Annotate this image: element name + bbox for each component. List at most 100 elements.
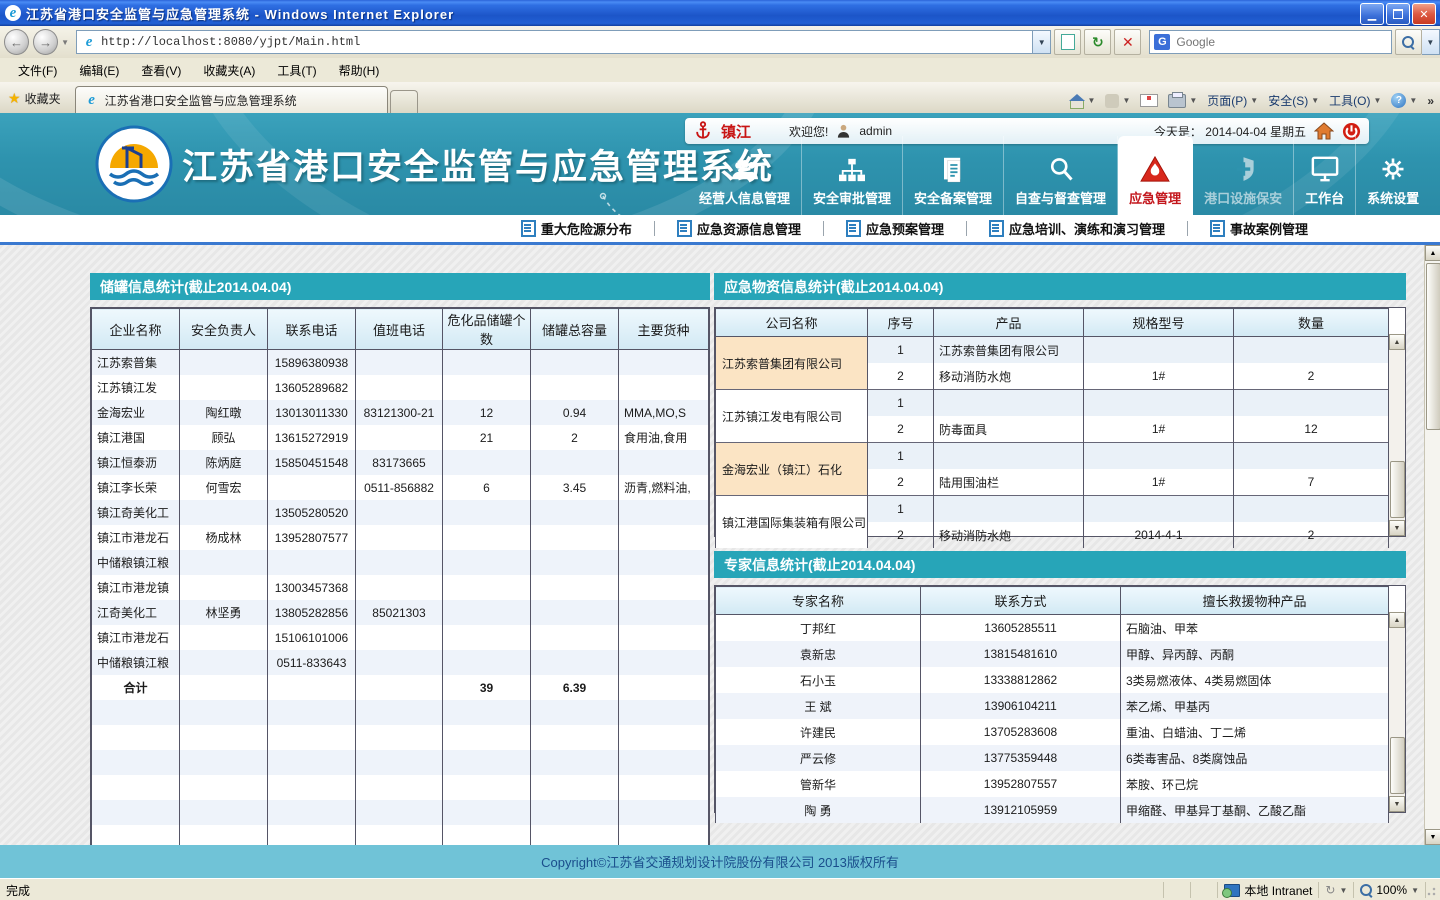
company-cell[interactable]: 江苏索普集团有限公司 — [716, 337, 868, 390]
search-box[interactable]: G — [1149, 30, 1391, 54]
table-row[interactable]: 江苏索普集15896380938 — [92, 350, 709, 376]
browser-tab[interactable]: e 江苏省港口安全监管与应急管理系统 — [75, 86, 388, 113]
table-row[interactable]: 镇江港国际集装箱有限公司1 — [716, 496, 1389, 523]
table-row[interactable]: 镇江恒泰沥陈炳庭1585045154883173665 — [92, 450, 709, 475]
page-menu[interactable]: 页面(P)▼ — [1207, 92, 1258, 109]
table-row[interactable]: 镇江市港龙石杨成林13952807577 — [92, 525, 709, 550]
nav-item-4[interactable]: 自查与督查管理 — [1004, 136, 1118, 215]
doc-icon — [521, 220, 536, 237]
overflow-chevron[interactable]: » — [1427, 94, 1434, 108]
scroll-thumb[interactable] — [1426, 263, 1440, 430]
scroll-down-arrow[interactable]: ▼ — [1425, 829, 1440, 845]
menu-item[interactable]: 收藏夹(A) — [193, 59, 265, 82]
table-row[interactable]: 石小玉133388128623类易燃液体、4类易燃固体 — [716, 667, 1389, 693]
table-row[interactable]: 镇江港国顾弘13615272919212食用油,食用 — [92, 425, 709, 450]
table-row[interactable]: 江苏索普集团有限公司1江苏索普集团有限公司 — [716, 337, 1389, 364]
submenu-item[interactable]: 应急预案管理 — [824, 219, 966, 238]
table-row[interactable]: 镇江市港龙石15106101006 — [92, 625, 709, 650]
table-row[interactable]: 江苏镇江发电有限公司1 — [716, 390, 1389, 417]
supplies-scrollbar[interactable]: ▲ ▼ — [1388, 334, 1405, 536]
cell — [1084, 443, 1234, 470]
nav-item-7[interactable]: 工作台 — [1294, 136, 1356, 215]
table-row[interactable]: 中储粮镇江粮 — [92, 550, 709, 575]
address-input[interactable]: e http://localhost:8080/yjpt/Main.html — [76, 30, 1033, 54]
nav-item-5[interactable]: 应急管理 — [1118, 136, 1193, 215]
table-row[interactable]: 丁邦红13605285511石脑油、甲苯 — [716, 615, 1389, 642]
scroll-thumb[interactable] — [1390, 737, 1405, 794]
table-row[interactable]: 王 斌13906104211苯乙烯、甲基丙 — [716, 693, 1389, 719]
table-row[interactable]: 许建民13705283608重油、白蜡油、丁二烯 — [716, 719, 1389, 745]
table-row[interactable]: 金海宏业（镇江）石化1 — [716, 443, 1389, 470]
submenu-item[interactable]: 重大危险源分布 — [499, 219, 654, 238]
mail-button[interactable] — [1140, 94, 1158, 107]
search-options-dropdown[interactable]: ▼ — [1422, 29, 1440, 55]
nav-item-6[interactable]: 港口设施保安 — [1193, 136, 1294, 215]
resize-grip[interactable] — [1426, 879, 1440, 900]
back-button[interactable]: ← — [4, 29, 29, 55]
menu-item[interactable]: 文件(F) — [8, 59, 67, 82]
menu-item[interactable]: 编辑(E) — [69, 59, 129, 82]
menu-item[interactable]: 工具(T) — [267, 59, 326, 82]
table-row[interactable]: 管新华13952807557苯胺、环己烷 — [716, 771, 1389, 797]
compatibility-view-button[interactable] — [1054, 29, 1081, 55]
help-button[interactable]: ?▼ — [1391, 93, 1417, 108]
home-button[interactable]: ▼ — [1069, 94, 1096, 108]
nav-item-3[interactable]: 安全备案管理 — [903, 136, 1004, 215]
submenu-item[interactable]: 应急资源信息管理 — [655, 219, 823, 238]
page-scrollbar[interactable]: ▲ ▼ — [1424, 245, 1440, 845]
submenu-label: 事故案例管理 — [1230, 219, 1308, 238]
window-title: 江苏省港口安全监管与应急管理系统 - Windows Internet Expl… — [26, 4, 454, 23]
search-input[interactable] — [1174, 34, 1390, 50]
nav-item-1[interactable]: 经营人信息管理 — [688, 136, 802, 215]
search-button[interactable] — [1395, 29, 1422, 55]
address-dropdown[interactable]: ▼ — [1033, 30, 1051, 54]
table-row[interactable]: 江奇美化工林坚勇1380528285685021303 — [92, 600, 709, 625]
company-cell[interactable]: 镇江港国际集装箱有限公司 — [716, 496, 868, 549]
menu-item[interactable]: 查看(V) — [131, 59, 191, 82]
table-row[interactable]: 中储粮镇江粮0511-833643 — [92, 650, 709, 675]
table-row[interactable]: 镇江李长荣何雪宏0511-85688263.45沥青,燃料油, — [92, 475, 709, 500]
table-row[interactable]: 严云修137753594486类毒害品、8类腐蚀品 — [716, 745, 1389, 771]
nav-item-8[interactable]: 系统设置 — [1356, 136, 1430, 215]
cell: 13775359448 — [921, 745, 1121, 771]
new-tab-button[interactable] — [390, 90, 418, 113]
table-row[interactable]: 陶 勇13912105959甲缩醛、甲基异丁基酮、乙酸乙酯 — [716, 797, 1389, 823]
restore-button[interactable] — [1386, 3, 1410, 25]
company-cell[interactable]: 金海宏业（镇江）石化 — [716, 443, 868, 496]
scroll-up-arrow[interactable]: ▲ — [1389, 334, 1405, 350]
submenu-item[interactable]: 应急培训、演练和演习管理 — [967, 219, 1187, 238]
forward-button[interactable]: → — [33, 29, 58, 55]
favorites-button[interactable]: ★ 收藏夹 — [0, 85, 71, 113]
scroll-down-arrow[interactable]: ▼ — [1389, 520, 1405, 536]
close-button[interactable]: ✕ — [1412, 3, 1436, 25]
protected-mode-button[interactable]: ↻▼ — [1319, 882, 1354, 898]
scroll-thumb[interactable] — [1390, 461, 1405, 518]
feeds-button[interactable]: ▼ — [1105, 94, 1130, 108]
status-text: 完成 — [0, 882, 1164, 898]
table-row[interactable]: 镇江市港龙镇13003457368 — [92, 575, 709, 600]
table-row[interactable]: 袁新忠13815481610甲醇、异丙醇、丙酮 — [716, 641, 1389, 667]
safety-menu[interactable]: 安全(S)▼ — [1268, 92, 1319, 109]
refresh-button[interactable]: ↻ — [1084, 29, 1111, 55]
tools-menu[interactable]: 工具(O)▼ — [1329, 92, 1381, 109]
experts-scrollbar[interactable]: ▲ ▼ — [1388, 612, 1405, 812]
nav-item-2[interactable]: 安全审批管理 — [802, 136, 903, 215]
scroll-down-arrow[interactable]: ▼ — [1389, 796, 1405, 812]
submenu-item[interactable]: 事故案例管理 — [1188, 219, 1330, 238]
company-cell[interactable]: 江苏镇江发电有限公司 — [716, 390, 868, 443]
table-row[interactable]: 镇江奇美化工13505280520 — [92, 500, 709, 525]
table-row[interactable]: 江苏镇江发13605289682 — [92, 375, 709, 400]
minimize-button[interactable]: ▁ — [1360, 3, 1384, 25]
cell — [356, 375, 443, 400]
history-dropdown[interactable]: ▼ — [61, 38, 69, 47]
scroll-up-arrow[interactable]: ▲ — [1425, 245, 1440, 261]
scroll-up-arrow[interactable]: ▲ — [1389, 612, 1405, 628]
cell — [268, 550, 356, 575]
menu-item[interactable]: 帮助(H) — [329, 59, 390, 82]
table-row[interactable]: 金海宏业陶红暾1301301133083121300-21120.94MMA,M… — [92, 400, 709, 425]
print-button[interactable]: ▼ — [1168, 94, 1197, 108]
cell: 2 — [1234, 522, 1389, 548]
stop-button[interactable]: ✕ — [1114, 29, 1141, 55]
zoom-control[interactable]: 100%▼ — [1354, 882, 1426, 898]
cell: 移动消防水炮 — [934, 363, 1084, 390]
